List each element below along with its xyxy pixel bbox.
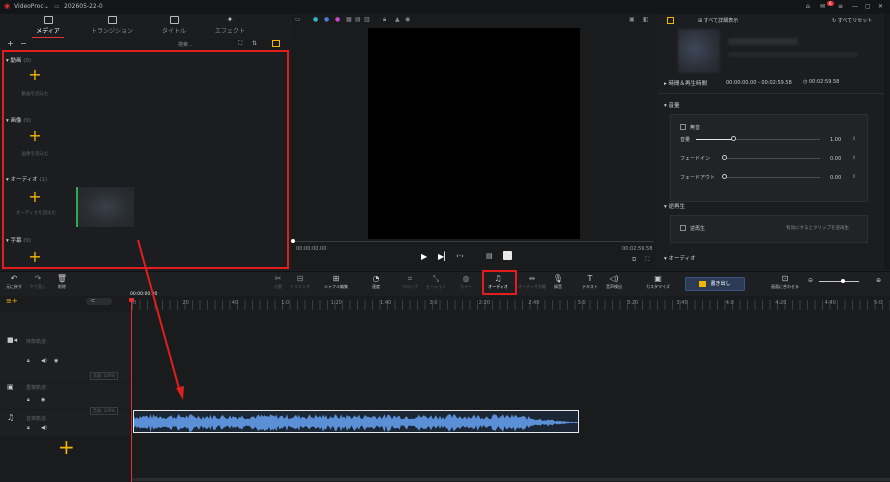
annotation-arrow xyxy=(137,239,184,400)
